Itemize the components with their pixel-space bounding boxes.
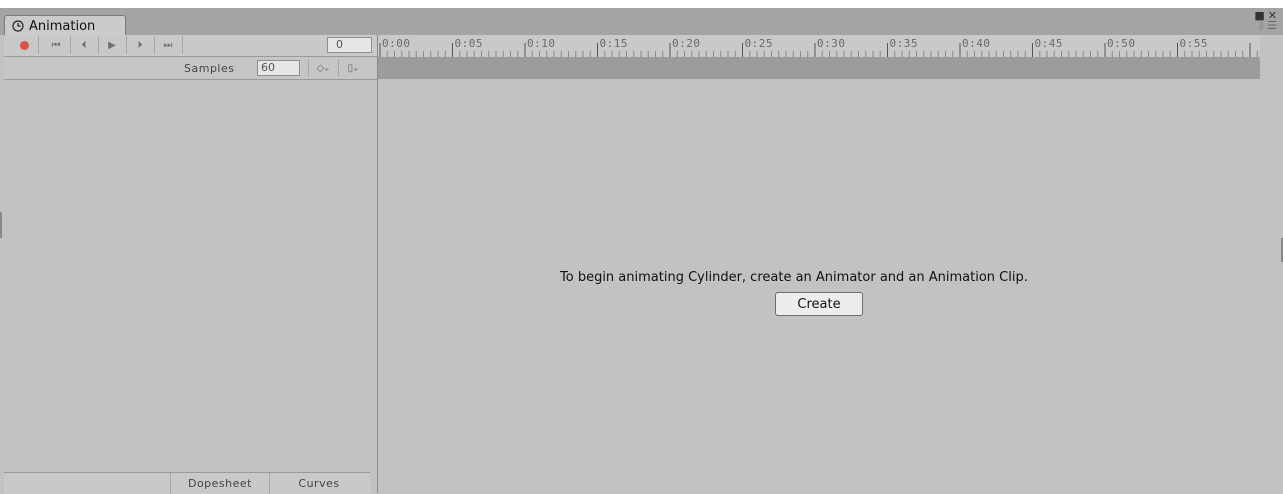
ruler-tick-label: 0:30 (817, 37, 846, 50)
menu-icon[interactable]: ☰ (1267, 20, 1277, 31)
clock-icon (12, 20, 24, 32)
ruler-tick-label: 0:40 (962, 37, 991, 50)
ruler-tick-label: 0:10 (527, 37, 556, 50)
play-icon: ▶ (108, 39, 116, 51)
ruler-tick-label: 0:25 (744, 37, 773, 50)
ruler-tick-label: 0:55 (1179, 37, 1208, 50)
skip-start-icon: ⏮ (51, 39, 61, 51)
last-key-button[interactable]: ⏭ (154, 36, 183, 54)
record-icon (19, 40, 29, 50)
ruler-tick-label: 0:15 (599, 37, 628, 50)
tab-title: Animation (29, 18, 96, 34)
create-button[interactable]: Create (775, 292, 863, 316)
frame-field[interactable]: 0 (327, 37, 372, 53)
left-window-edge (0, 212, 2, 238)
play-button[interactable]: ▶ (98, 36, 127, 54)
add-keyframe-icon: ◇₊ (316, 62, 330, 74)
add-keyframe-button[interactable]: ◇₊ (308, 59, 337, 77)
tab-dopesheet[interactable]: Dopesheet (170, 473, 269, 494)
first-key-button[interactable]: ⏮ (42, 36, 71, 54)
skip-end-icon: ⏭ (163, 39, 173, 51)
playback-toolbar: ⏮ ⏴ ▶ ⏵ ⏭ 0 (4, 35, 377, 57)
ruler-tick-label: 0:20 (672, 37, 701, 50)
samples-label: Samples (184, 62, 235, 75)
lock-icon[interactable]: ▮ (1258, 20, 1264, 31)
ruler-tick-label: 0:45 (1034, 37, 1063, 50)
tab-curves[interactable]: Curves (269, 473, 368, 494)
timeline-panel: 0:00 0:05 0:10 0:15 0:20 0:25 0:30 0:35 0:40 0:45… (378, 35, 1283, 493)
ruler-tick-label: 0:00 (382, 37, 411, 50)
window-controls: ■ ✕ ▮ ☰ (1251, 10, 1277, 31)
window-tab-bar: Animation ■ ✕ ▮ ☰ (0, 8, 1283, 36)
step-back-icon: ⏴ (81, 39, 87, 51)
ruler-tick-label: 0:05 (454, 37, 483, 50)
view-mode-tabs: Dopesheet Curves (4, 472, 370, 494)
add-event-icon: ▯₊ (347, 62, 359, 74)
hierarchy-panel: ⏮ ⏴ ▶ ⏵ ⏭ 0 Samples 60 ◇₊ ▯₊ Dopesheet C… (0, 35, 378, 494)
dopesheet-summary-bar (378, 57, 1260, 79)
empty-state-message: To begin animating Cylinder, create an A… (560, 270, 1028, 285)
ruler-tick-label: 0:35 (889, 37, 918, 50)
step-forward-icon: ⏵ (137, 39, 143, 51)
samples-row: Samples 60 ◇₊ ▯₊ (4, 57, 377, 80)
previous-key-button[interactable]: ⏴ (70, 36, 99, 54)
samples-field[interactable]: 60 (257, 60, 300, 76)
time-ruler[interactable]: 0:00 0:05 0:10 0:15 0:20 0:25 0:30 0:35 0:40 0:45… (378, 35, 1260, 58)
record-button[interactable] (10, 36, 39, 54)
add-event-button[interactable]: ▯₊ (338, 59, 367, 77)
animation-tab[interactable]: Animation (4, 15, 126, 36)
ruler-tick-label: 0:50 (1107, 37, 1136, 50)
next-key-button[interactable]: ⏵ (126, 36, 155, 54)
